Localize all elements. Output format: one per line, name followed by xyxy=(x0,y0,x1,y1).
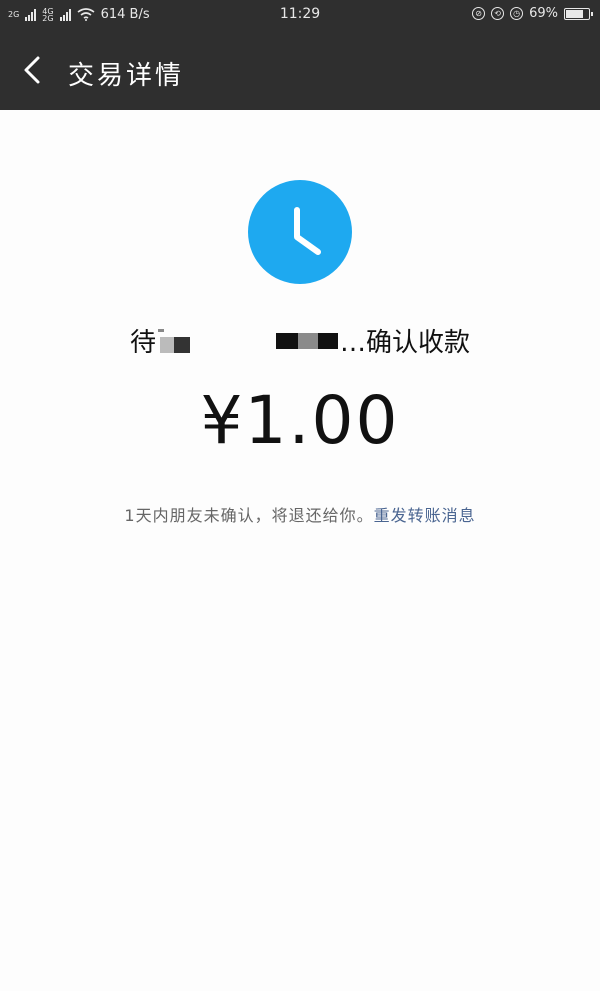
chevron-left-icon xyxy=(24,56,40,84)
status-suffix: …确认收款 xyxy=(340,328,471,358)
redacted-gap xyxy=(196,334,276,354)
refund-notice: 1天内朋友未确认，将退还给你。 xyxy=(124,506,374,525)
battery-icon xyxy=(564,7,593,20)
mute-icon: ⊘ xyxy=(472,7,486,20)
battery-fill xyxy=(566,9,583,18)
battery-percent: 69% xyxy=(529,6,558,21)
clock-icon xyxy=(248,180,352,284)
back-button[interactable] xyxy=(14,50,54,90)
resend-transfer-link[interactable]: 重发转账消息 xyxy=(374,506,476,525)
info-line: 1天内朋友未确认，将退还给你。重发转账消息 xyxy=(0,502,600,526)
transfer-amount: ¥1.00 xyxy=(200,382,400,459)
alarm-icon: ◷ xyxy=(510,7,524,20)
redacted-name-2 xyxy=(276,329,340,359)
status-prefix: 待 xyxy=(129,328,156,358)
rotation-lock-icon: ⟲ xyxy=(491,7,505,20)
page-title: 交易详情 xyxy=(68,61,185,91)
redacted-name-1 xyxy=(156,325,196,362)
nav-bar: 交易详情 xyxy=(0,30,600,110)
clock-hands xyxy=(294,207,321,255)
transfer-status: 待 …确认收款 xyxy=(0,322,600,362)
status-bar: 2G 4G 2G 614 B/s 11:29 ⊘ ⟲ ◷ 69% xyxy=(0,0,600,30)
status-right: ⊘ ⟲ ◷ 69% xyxy=(472,6,593,21)
